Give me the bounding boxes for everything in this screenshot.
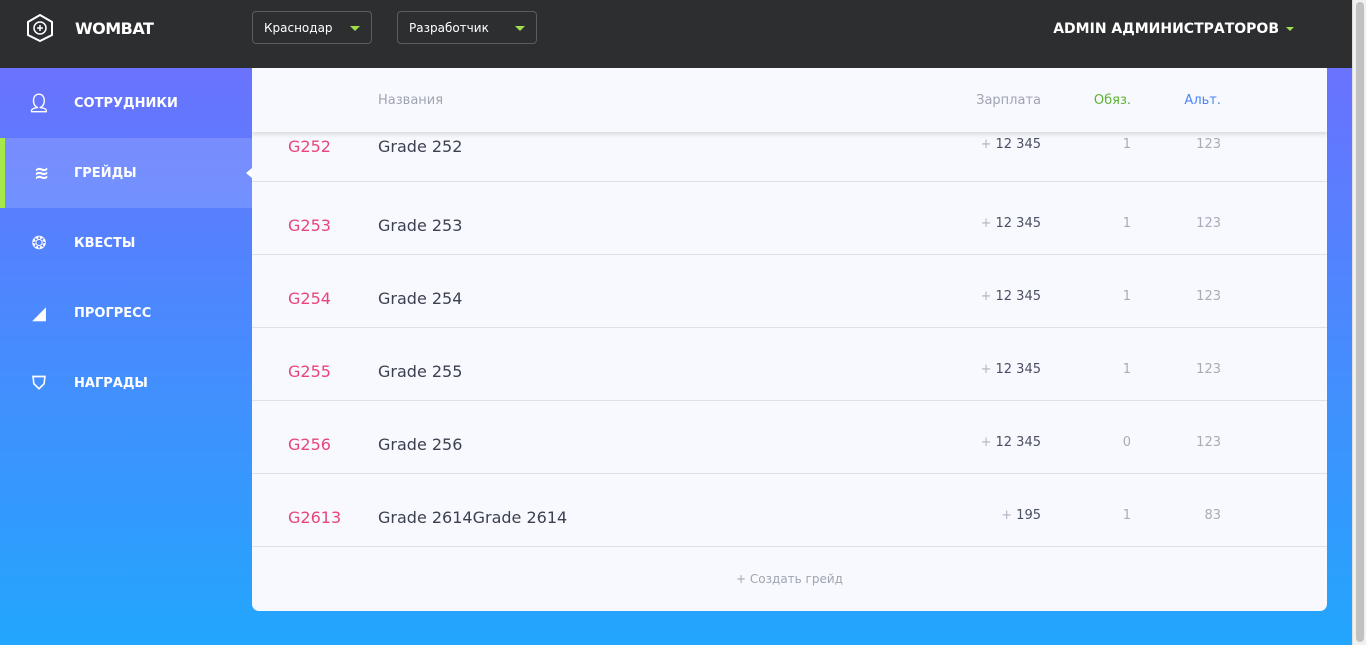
role-value: Разработчик [409, 21, 489, 35]
logo-icon [27, 14, 53, 42]
table-row[interactable]: G254 Grade 254 +12 345 1 123 [252, 255, 1327, 328]
grade-code[interactable]: G256 [288, 435, 331, 454]
grade-salary: +12 345 [981, 435, 1041, 450]
grade-code[interactable]: G255 [288, 362, 331, 381]
grade-code[interactable]: G252 [288, 137, 331, 156]
role-select[interactable]: Разработчик [397, 11, 537, 44]
chevron-down-icon [515, 26, 525, 31]
sidebar-item-label: СОТРУДНИКИ [74, 95, 178, 111]
grades-icon: ≋ [33, 162, 50, 184]
scrollbar-thumb[interactable] [1356, 2, 1364, 642]
grade-mandatory: 1 [1122, 289, 1131, 304]
table-row[interactable]: G255 Grade 255 +12 345 1 123 [252, 328, 1327, 401]
sidebar-item-rewards[interactable]: ⛉ НАГРАДЫ [0, 348, 252, 418]
salary-value: 195 [1016, 508, 1041, 523]
user-menu[interactable]: ADMIN АДМИНИСТРАТОРОВ [1053, 21, 1294, 37]
sidebar-item-label: ПРОГРЕСС [74, 305, 152, 321]
header-name[interactable]: Названия [378, 93, 443, 108]
grade-name[interactable]: Grade 255 [378, 362, 462, 381]
grade-mandatory: 1 [1122, 137, 1131, 152]
medal-icon: ❂ [31, 232, 47, 254]
plus-icon: + [980, 362, 992, 377]
grade-alt: 123 [1196, 137, 1221, 152]
salary-value: 12 345 [995, 137, 1042, 152]
plus-icon: + [1001, 508, 1013, 523]
user-name: ADMIN АДМИНИСТРАТОРОВ [1053, 21, 1279, 37]
salary-value: 12 345 [995, 216, 1042, 231]
shield-star-icon: ⛉ [32, 372, 46, 394]
header-salary[interactable]: Зарплата [976, 93, 1041, 108]
user-icon: 👤︎ [27, 92, 51, 114]
sidebar-item-quests[interactable]: ❂ КВЕСТЫ [0, 208, 252, 278]
scrollbar[interactable] [1352, 0, 1366, 645]
table-header: Названия Зарплата Обяз. Альт. [252, 68, 1327, 132]
grade-mandatory: 1 [1122, 362, 1131, 377]
sidebar-item-employees[interactable]: 👤︎ СОТРУДНИКИ [0, 68, 252, 138]
grade-name[interactable]: Grade 254 [378, 289, 462, 308]
plus-icon: + [980, 289, 992, 304]
grade-mandatory: 1 [1122, 216, 1131, 231]
table-row[interactable]: G256 Grade 256 +12 345 0 123 [252, 401, 1327, 474]
grade-mandatory: 0 [1122, 435, 1131, 450]
grade-name[interactable]: Grade 2614Grade 2614 [378, 508, 567, 527]
city-select[interactable]: Краснодар [252, 11, 372, 44]
grade-alt: 123 [1196, 216, 1221, 231]
grade-code[interactable]: G253 [288, 216, 331, 235]
grade-alt: 123 [1196, 362, 1221, 377]
plus-icon: + [980, 435, 992, 450]
salary-value: 12 345 [995, 289, 1042, 304]
table-row[interactable]: G2613 Grade 2614Grade 2614 +195 1 83 [252, 474, 1327, 547]
progress-icon: ◢ [32, 302, 46, 324]
sidebar-item-label: КВЕСТЫ [74, 235, 136, 251]
grade-mandatory: 1 [1122, 508, 1131, 523]
sidebar-item-label: НАГРАДЫ [74, 375, 148, 391]
grades-table: Названия Зарплата Обяз. Альт. G252 Grade… [252, 68, 1327, 611]
header-alt[interactable]: Альт. [1184, 93, 1221, 108]
grade-alt: 83 [1204, 508, 1221, 523]
brand-name: WOMBAT [75, 19, 154, 38]
plus-icon: + [980, 137, 992, 152]
grade-alt: 123 [1196, 435, 1221, 450]
grade-code[interactable]: G2613 [288, 508, 341, 527]
sidebar-item-grades[interactable]: ≋ ГРЕЙДЫ [0, 138, 252, 208]
table-row[interactable]: G253 Grade 253 +12 345 1 123 [252, 182, 1327, 255]
header-mandatory[interactable]: Обяз. [1094, 93, 1131, 108]
city-value: Краснодар [264, 21, 333, 35]
chevron-down-icon [1286, 27, 1294, 31]
grade-salary: +12 345 [981, 362, 1041, 377]
sidebar-item-label: ГРЕЙДЫ [74, 165, 137, 181]
grade-code[interactable]: G254 [288, 289, 331, 308]
salary-value: 12 345 [995, 362, 1042, 377]
chevron-down-icon [350, 26, 360, 31]
grade-salary: +12 345 [981, 216, 1041, 231]
grade-name[interactable]: Grade 252 [378, 137, 462, 156]
top-bar: WOMBAT Краснодар Разработчик ADMIN АДМИН… [0, 0, 1352, 68]
grade-salary: +12 345 [981, 289, 1041, 304]
sidebar-item-progress[interactable]: ◢ ПРОГРЕСС [0, 278, 252, 348]
grade-alt: 123 [1196, 289, 1221, 304]
grade-name[interactable]: Grade 253 [378, 216, 462, 235]
create-grade-button[interactable]: + Создать грейд [252, 547, 1327, 611]
grade-salary: +12 345 [981, 137, 1041, 152]
grade-name[interactable]: Grade 256 [378, 435, 462, 454]
grade-salary: +195 [1001, 508, 1041, 523]
plus-icon: + [980, 216, 992, 231]
sidebar: 👤︎ СОТРУДНИКИ ≋ ГРЕЙДЫ ❂ КВЕСТЫ ◢ ПРОГРЕСС ⛉… [0, 68, 252, 418]
salary-value: 12 345 [995, 435, 1042, 450]
